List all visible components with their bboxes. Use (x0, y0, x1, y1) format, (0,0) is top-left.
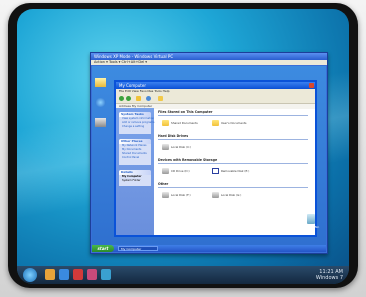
task-link[interactable]: Change a setting (119, 125, 151, 129)
media-taskbar-icon[interactable] (73, 269, 83, 280)
windows-start-icon[interactable] (23, 268, 37, 282)
explorer-window[interactable]: My Computer File Edit View Favorites Too… (114, 80, 317, 237)
details-type: System Folder (122, 179, 141, 182)
drive-item[interactable]: Local Disk (C:) (171, 145, 191, 149)
system-tasks-panel: System Tasks View system information Add… (119, 112, 154, 134)
app-taskbar-icon[interactable] (87, 269, 97, 280)
vm-taskbar-icon[interactable] (101, 269, 111, 280)
recycle-bin-label: Recycle Bin (302, 225, 320, 229)
start-button[interactable]: start (92, 245, 114, 252)
explorer-title-bar[interactable]: My Computer (116, 82, 315, 89)
host-taskbar: 11:21 AM Windows 7 (17, 266, 349, 284)
up-folder-icon[interactable] (136, 96, 141, 101)
vm-window[interactable]: Windows XP Mode - Windows Virtual PC Act… (90, 52, 328, 254)
recycle-bin-icon[interactable] (307, 214, 315, 224)
vm-menu-bar[interactable]: Action ▾ Tools ▾ Ctrl+Alt+Del ▾ (91, 60, 327, 65)
place-link[interactable]: Control Panel (119, 156, 151, 160)
details-panel: Details My Computer System Folder (119, 170, 151, 186)
file-item[interactable]: User's Documents (221, 121, 246, 125)
drive-item[interactable]: Removable Disk (E:) (221, 169, 249, 173)
folder-icon[interactable] (212, 120, 219, 126)
section-divider (158, 163, 308, 164)
close-icon[interactable] (309, 83, 314, 88)
vm-title-bar[interactable]: Windows XP Mode - Windows Virtual PC (91, 53, 327, 60)
section-divider (158, 139, 308, 140)
internet-explorer-icon[interactable] (95, 98, 106, 107)
forward-icon[interactable] (126, 96, 131, 101)
section-divider (158, 115, 308, 116)
taskbar-button[interactable]: My Computer (118, 246, 158, 251)
section-title: Files Stored on This Computer (158, 110, 213, 114)
system-tray[interactable]: 11:21 AM Windows 7 (316, 269, 343, 281)
explorer-toolbar (116, 94, 315, 104)
section-title: Hard Disk Drives (158, 134, 189, 138)
drive-item[interactable]: CD Drive (D:) (171, 169, 190, 173)
other-places-panel: Other Places My Network Places My Docume… (119, 139, 151, 165)
explorer-taskbar-icon[interactable] (45, 269, 55, 280)
section-divider (158, 187, 308, 188)
hard-drive-icon[interactable] (162, 144, 169, 150)
explorer-task-pane: System Tasks View system information Add… (116, 108, 154, 235)
my-documents-icon[interactable] (95, 78, 106, 87)
host-desktop: Windows XP Mode - Windows Virtual PC Act… (17, 9, 349, 284)
network-drive-icon[interactable] (212, 192, 219, 198)
removable-disk-icon[interactable] (212, 168, 219, 174)
drive-item[interactable]: Local Disk (F:) (171, 193, 191, 197)
ie-taskbar-icon[interactable] (59, 269, 69, 280)
explorer-title: My Computer (119, 83, 146, 88)
xp-taskbar: start My Computer (92, 245, 326, 252)
tray-text: Windows 7 (315, 275, 343, 281)
xp-desktop: My Computer File Edit View Favorites Too… (92, 66, 326, 252)
folders-icon[interactable] (158, 96, 163, 101)
back-icon[interactable] (119, 96, 124, 101)
network-drive-icon[interactable] (162, 192, 169, 198)
explorer-content: Files Stored on This Computer Shared Doc… (156, 108, 314, 235)
folder-icon[interactable] (162, 120, 169, 126)
cd-drive-icon[interactable] (162, 168, 169, 174)
recycle-bin-desktop-icon[interactable] (95, 118, 106, 127)
drive-item[interactable]: Local Disk (G:) (221, 193, 241, 197)
search-icon[interactable] (146, 96, 151, 101)
section-title: Devices with Removable Storage (158, 158, 218, 162)
section-title: Other (158, 182, 169, 186)
file-item[interactable]: Shared Documents (171, 121, 198, 125)
